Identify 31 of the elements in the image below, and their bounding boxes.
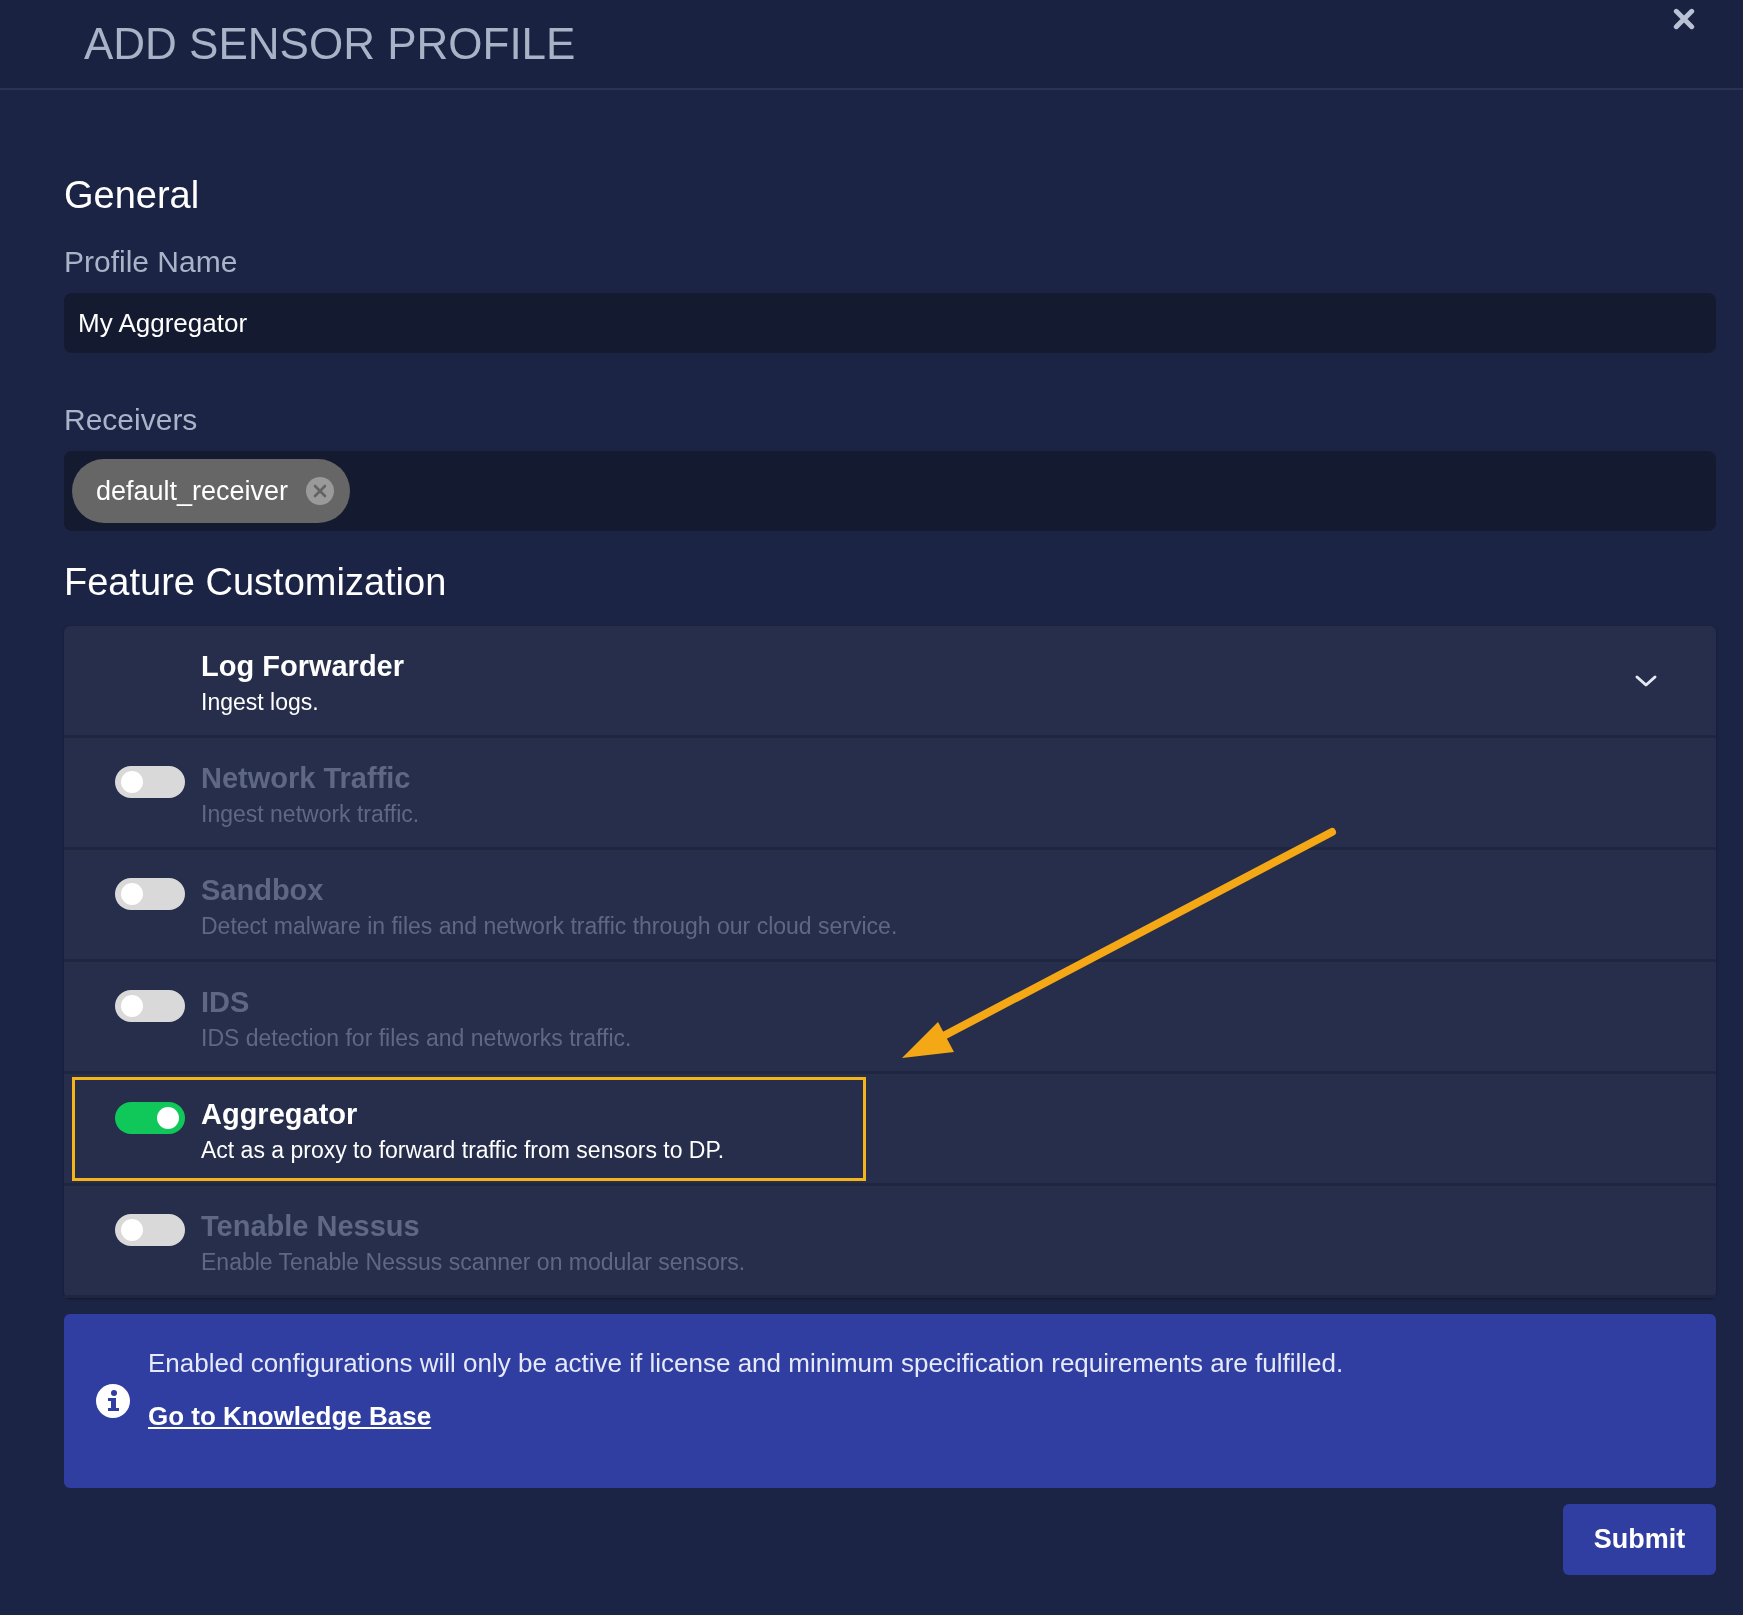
field-label: Profile Name: [64, 245, 239, 279]
feature-description: Act as a proxy to forward traffic from sensors to DP.: [201, 1136, 725, 1164]
submit-button[interactable]: Submit: [1563, 1504, 1716, 1575]
chevron-down-icon[interactable]: [1634, 673, 1658, 688]
knowledge-base-link[interactable]: Go to Knowledge Base: [148, 1401, 432, 1432]
feature-title: IDS: [201, 985, 251, 1019]
feature-description: Ingest network traffic.: [201, 800, 420, 828]
feature-title: Tenable Nessus: [201, 1209, 421, 1243]
feature-description: Enable Tenable Nessus scanner on modular sensors.: [201, 1248, 746, 1276]
feature-description: IDS detection for files and networks traffic.: [201, 1024, 632, 1052]
toggle-switch[interactable]: [115, 877, 185, 910]
dialog-title: ADD SENSOR PROFILE: [84, 19, 576, 69]
feature-description: Detect malware in files and network traffic through our cloud service.: [201, 912, 898, 940]
feature-title: Network Traffic: [201, 761, 412, 795]
feature-title: Aggregator: [201, 1097, 359, 1131]
feature-title: Log Forwarder: [201, 649, 404, 683]
receivers-field[interactable]: default_receiver: [64, 451, 1716, 531]
close-icon[interactable]: [1673, 8, 1695, 30]
feature-description: Ingest logs.: [201, 688, 320, 716]
toggle-switch[interactable]: [115, 1101, 185, 1134]
profile-name-field[interactable]: My Aggregator: [64, 293, 1716, 353]
feature-title: Sandbox: [201, 873, 325, 907]
section-heading: General: [64, 174, 201, 217]
notice-text: Enabled configurations will only be active if license and minimum specification requirements are fulfilled.: [148, 1348, 1344, 1379]
toggle-switch[interactable]: [115, 765, 185, 798]
toggle-switch[interactable]: [115, 1213, 185, 1246]
toggle-switch[interactable]: [115, 989, 185, 1022]
section-heading: Feature Customization: [64, 561, 448, 604]
chip-label: default_receiver: [96, 475, 289, 507]
info-icon: [96, 1384, 130, 1418]
field-label: Receivers: [64, 403, 199, 437]
